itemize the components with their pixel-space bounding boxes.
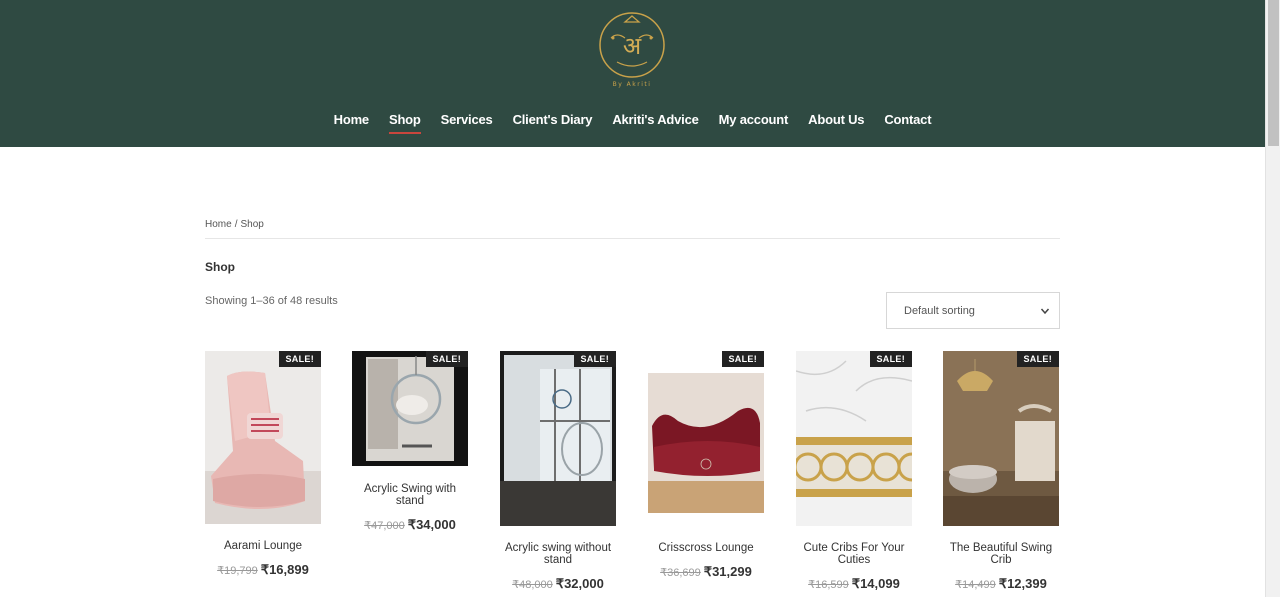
nav-my-account[interactable]: My account <box>709 110 799 133</box>
nav-shop[interactable]: Shop <box>379 110 431 134</box>
sale-badge: SALE! <box>869 351 912 367</box>
product-name[interactable]: Crisscross Lounge <box>648 542 764 554</box>
product-image[interactable]: SALE! <box>500 351 616 526</box>
swing-crib-room-image <box>943 351 1059 526</box>
product-price: ₹36,699 ₹31,299 <box>648 564 764 580</box>
acrylic-swing-image <box>352 351 468 466</box>
chevron-down-icon <box>1040 308 1050 315</box>
result-count: Showing 1–36 of 48 results <box>205 295 338 307</box>
product-card[interactable]: SALE! Crisscross Lounge ₹36,699 ₹31,299 <box>648 351 764 580</box>
nav-home[interactable]: Home <box>324 110 379 133</box>
page-scrollbar[interactable] <box>1265 0 1280 597</box>
product-card[interactable]: SALE! Acrylic swing without stand ₹48,00… <box>500 351 616 592</box>
red-sofa-image <box>648 351 764 526</box>
svg-text:अ: अ <box>623 32 642 60</box>
original-price: ₹19,799 <box>217 565 258 577</box>
nav-akritis-advice[interactable]: Akriti's Advice <box>602 110 708 133</box>
nav-clients-diary[interactable]: Client's Diary <box>503 110 603 133</box>
logo-tagline: By Akriti <box>613 81 652 88</box>
product-name[interactable]: Aarami Lounge <box>205 540 321 552</box>
product-name[interactable]: Cute Cribs For Your Cuties <box>796 542 912 566</box>
original-price: ₹36,699 <box>660 567 701 579</box>
original-price: ₹16,599 <box>808 579 849 591</box>
scrollbar-thumb[interactable] <box>1268 0 1279 146</box>
sale-price: ₹16,899 <box>260 562 309 577</box>
breadcrumb-separator: / <box>234 219 238 230</box>
product-image[interactable]: SALE! <box>205 351 321 524</box>
product-card[interactable]: SALE! Aarami Lounge ₹19,799 ₹16,899 <box>205 351 321 578</box>
acrylic-swing-window-image <box>500 351 616 526</box>
product-image[interactable]: SALE! <box>943 351 1059 526</box>
product-price: ₹19,799 ₹16,899 <box>205 562 321 578</box>
gold-crib-image <box>796 351 912 526</box>
site-logo[interactable]: अ By Akriti <box>597 10 667 88</box>
original-price: ₹14,499 <box>955 579 996 591</box>
product-image[interactable]: SALE! <box>796 351 912 526</box>
product-image[interactable]: SALE! <box>648 351 764 526</box>
product-card[interactable]: SALE! The Beautiful Swing Crib ₹14,499 ₹1… <box>943 351 1059 592</box>
product-name[interactable]: Acrylic swing without stand <box>500 542 616 566</box>
page-title: Shop <box>205 260 235 274</box>
breadcrumb: Home / Shop <box>205 219 264 230</box>
product-name[interactable]: The Beautiful Swing Crib <box>943 542 1059 566</box>
nav-services[interactable]: Services <box>431 110 503 133</box>
sale-badge: SALE! <box>425 351 468 367</box>
sort-selected-value: Default sorting <box>904 304 975 317</box>
lounge-chair-image <box>205 351 321 524</box>
sale-price: ₹34,000 <box>407 517 456 532</box>
sale-price: ₹31,299 <box>703 564 752 579</box>
site-header: अ By Akriti Home Shop Services Client's … <box>0 0 1265 147</box>
original-price: ₹47,000 <box>364 520 405 532</box>
breadcrumb-current: Shop <box>240 219 264 230</box>
breadcrumb-home[interactable]: Home <box>205 219 232 230</box>
product-card[interactable]: SALE! Cute Cribs For Your Cuties ₹16,599… <box>796 351 912 592</box>
logo-emblem-icon: अ By Akriti <box>599 12 665 88</box>
product-price: ₹48,000 ₹32,000 <box>500 576 616 592</box>
product-image[interactable]: SALE! <box>352 351 468 466</box>
main-nav: Home Shop Services Client's Diary Akriti… <box>0 110 1265 134</box>
product-price: ₹16,599 ₹14,099 <box>796 576 912 592</box>
nav-about-us[interactable]: About Us <box>798 110 874 133</box>
product-price: ₹14,499 ₹12,399 <box>943 576 1059 592</box>
nav-contact[interactable]: Contact <box>874 110 941 133</box>
product-name[interactable]: Acrylic Swing with stand <box>352 483 468 507</box>
product-price: ₹47,000 ₹34,000 <box>352 517 468 533</box>
sale-price: ₹14,099 <box>851 576 900 591</box>
product-card[interactable]: SALE! Acrylic Swing with stand ₹47,000 ₹3… <box>352 351 468 533</box>
sale-badge: SALE! <box>573 351 616 367</box>
sale-price: ₹32,000 <box>555 576 604 591</box>
sale-badge: SALE! <box>278 351 321 367</box>
sale-badge: SALE! <box>1016 351 1059 367</box>
divider <box>205 238 1060 239</box>
sale-price: ₹12,399 <box>998 576 1047 591</box>
original-price: ₹48,000 <box>512 579 553 591</box>
sort-select[interactable]: Default sorting <box>886 292 1060 329</box>
sale-badge: SALE! <box>721 351 764 367</box>
